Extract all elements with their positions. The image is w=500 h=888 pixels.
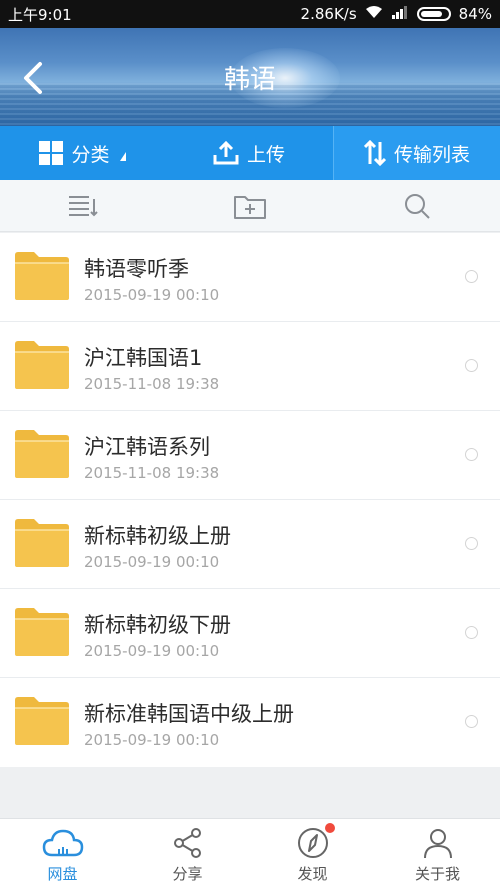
dropdown-triangle-icon	[119, 151, 126, 161]
status-time: 上午9:01	[8, 5, 72, 24]
file-name: 新标准韩国语中级上册	[84, 702, 294, 726]
file-date: 2015-09-19 00:10	[84, 286, 220, 304]
notification-badge	[325, 823, 335, 833]
toolbar	[0, 180, 500, 232]
list-item[interactable]: 新标韩初级上册 2015-09-19 00:10	[0, 500, 500, 589]
select-radio[interactable]	[465, 626, 478, 639]
battery-percent: 84%	[458, 5, 492, 23]
search-icon	[404, 193, 430, 219]
signal-icon	[391, 5, 409, 23]
list-item[interactable]: 沪江韩国语1 2015-11-08 19:38	[0, 322, 500, 411]
share-icon	[173, 828, 201, 858]
select-radio[interactable]	[465, 359, 478, 372]
person-icon	[423, 829, 452, 859]
new-folder-icon	[234, 195, 266, 219]
file-name: 沪江韩语系列	[84, 435, 210, 459]
nav-label: 网盘	[47, 865, 78, 883]
nav-label: 关于我	[414, 865, 460, 883]
new-folder-button[interactable]	[167, 180, 334, 231]
transfer-list-button[interactable]: 传输列表	[333, 126, 500, 180]
file-date: 2015-09-19 00:10	[84, 553, 220, 571]
search-button[interactable]	[333, 180, 500, 231]
folder-icon	[15, 252, 69, 300]
category-button[interactable]: 分类	[0, 126, 165, 180]
select-radio[interactable]	[465, 448, 478, 461]
list-item[interactable]: 新标准韩国语中级上册 2015-09-19 00:10	[0, 678, 500, 767]
file-date: 2015-09-19 00:10	[84, 731, 220, 749]
file-date: 2015-11-08 19:38	[84, 375, 220, 393]
folder-icon	[15, 697, 69, 745]
network-speed: 2.86K/s	[300, 5, 357, 23]
app-screen: 上午9:01 2.86K/s 84% 韩语 分类 上传 传输列表 韩语零听季 2…	[0, 0, 500, 888]
folder-icon	[15, 341, 69, 389]
category-label: 分类	[71, 143, 110, 166]
select-radio[interactable]	[465, 715, 478, 728]
file-date: 2015-09-19 00:10	[84, 642, 220, 660]
upload-button[interactable]: 上传	[165, 126, 333, 180]
compass-icon	[297, 828, 328, 858]
nav-discover[interactable]: 发现	[250, 819, 375, 888]
file-list: 韩语零听季 2015-09-19 00:10 沪江韩国语1 2015-11-08 19…	[0, 233, 500, 767]
header: 韩语	[0, 28, 500, 126]
status-right: 2.86K/s 84%	[301, 5, 492, 23]
back-button[interactable]	[18, 58, 52, 98]
select-radio[interactable]	[465, 270, 478, 283]
upload-icon	[213, 141, 239, 165]
page-title: 韩语	[223, 64, 276, 95]
cloud-icon	[42, 829, 83, 857]
chevron-left-icon	[24, 62, 42, 94]
nav-about-me[interactable]: 关于我	[375, 819, 500, 888]
battery-icon	[416, 7, 451, 21]
bottom-nav: 网盘 分享 发现 关于我	[0, 818, 500, 888]
file-name: 新标韩初级下册	[84, 613, 231, 637]
transfer-icon	[363, 140, 386, 166]
list-item[interactable]: 新标韩初级下册 2015-09-19 00:10	[0, 589, 500, 678]
list-item[interactable]: 沪江韩语系列 2015-11-08 19:38	[0, 411, 500, 500]
folder-icon	[15, 519, 69, 567]
file-name: 新标韩初级上册	[84, 524, 231, 548]
folder-icon	[15, 430, 69, 478]
transfer-list-label: 传输列表	[393, 143, 470, 166]
file-name: 沪江韩国语1	[84, 346, 203, 370]
action-bar: 分类 上传 传输列表	[0, 126, 500, 180]
status-bar: 上午9:01 2.86K/s 84%	[0, 0, 500, 28]
sort-button[interactable]	[0, 180, 167, 231]
file-name: 韩语零听季	[84, 257, 189, 281]
sort-icon	[69, 195, 99, 216]
file-date: 2015-11-08 19:38	[84, 464, 220, 482]
nav-label: 发现	[297, 865, 328, 883]
upload-label: 上传	[246, 143, 285, 166]
folder-icon	[15, 608, 69, 656]
list-item[interactable]: 韩语零听季 2015-09-19 00:10	[0, 233, 500, 322]
nav-cloud-disk[interactable]: 网盘	[0, 819, 125, 888]
wifi-icon	[365, 5, 383, 23]
nav-label: 分享	[172, 865, 203, 883]
grid-icon	[39, 141, 64, 165]
select-radio[interactable]	[465, 537, 478, 550]
nav-share[interactable]: 分享	[125, 819, 250, 888]
